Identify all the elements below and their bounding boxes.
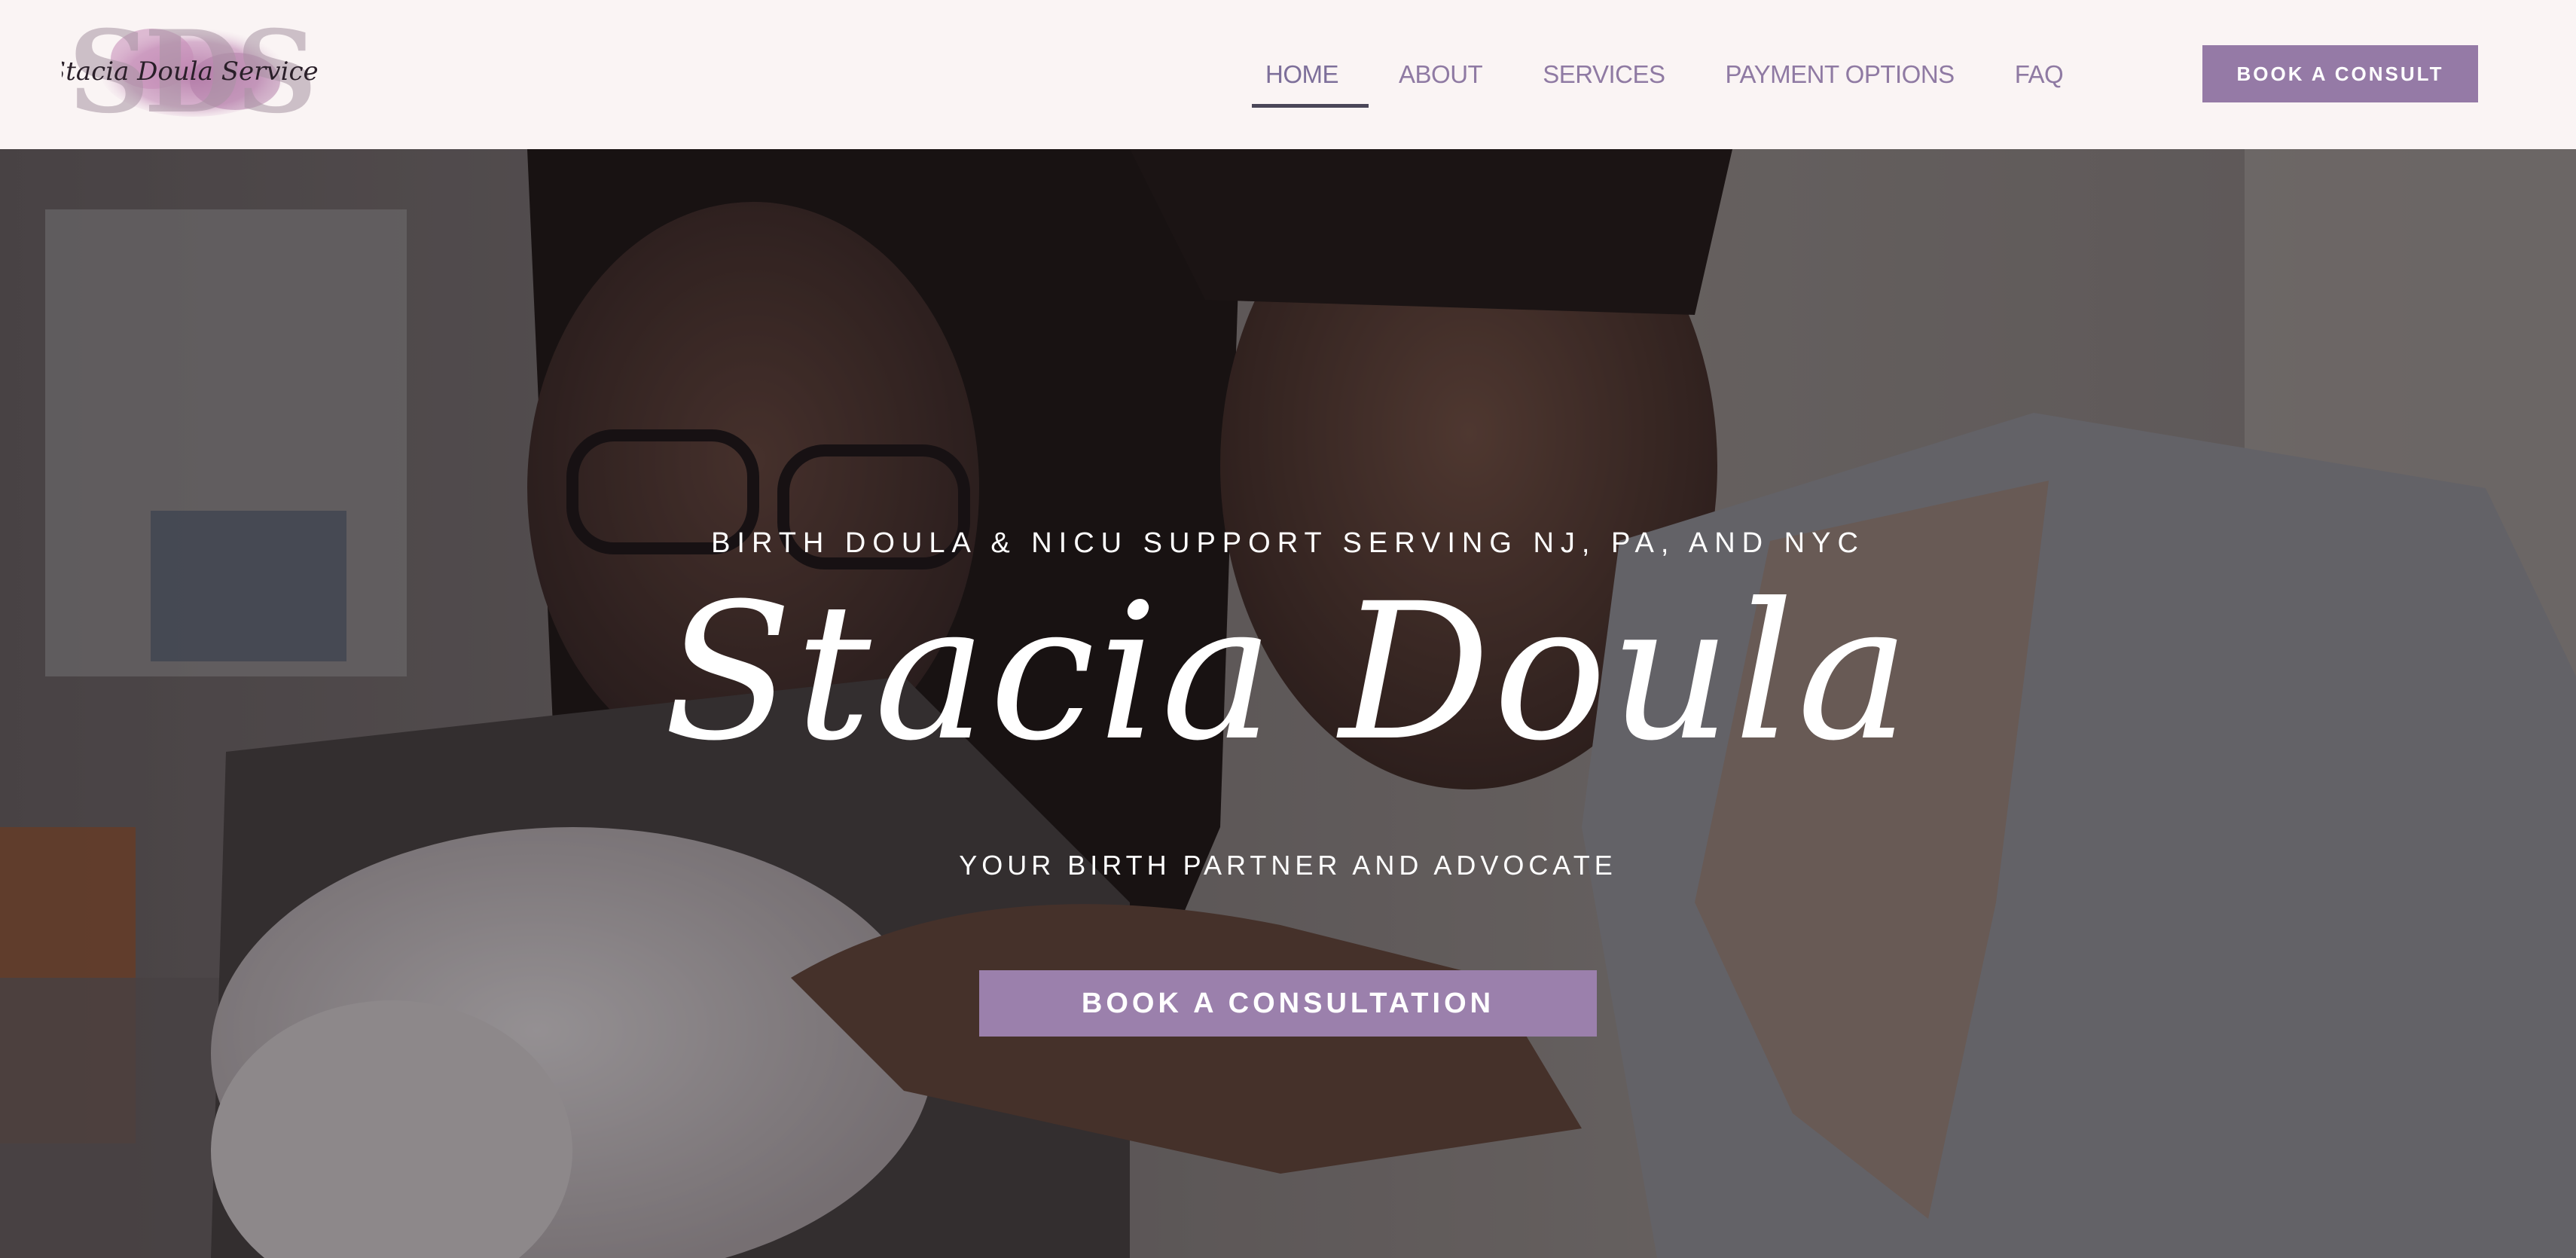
book-consult-button[interactable]: BOOK A CONSULT bbox=[2202, 45, 2478, 102]
hero-tagline: BIRTH DOULA & NICU SUPPORT SERVING NJ, P… bbox=[711, 527, 1865, 559]
hero-content: BIRTH DOULA & NICU SUPPORT SERVING NJ, P… bbox=[0, 149, 2576, 1258]
nav-faq[interactable]: FAQ bbox=[1985, 0, 2094, 149]
nav-services[interactable]: SERVICES bbox=[1512, 0, 1695, 149]
main-nav: HOME ABOUT SERVICES PAYMENT OPTIONS FAQ bbox=[1235, 0, 2093, 149]
site-logo[interactable]: SDS Stacia Doula Services bbox=[48, 6, 331, 139]
book-consultation-button[interactable]: BOOK A CONSULTATION bbox=[979, 970, 1597, 1037]
hero-subtitle: YOUR BIRTH PARTNER AND ADVOCATE bbox=[959, 850, 1617, 881]
nav-payment-options[interactable]: PAYMENT OPTIONS bbox=[1695, 0, 1984, 149]
page: SDS Stacia Doula Services HOME ABOUT SER… bbox=[0, 0, 2576, 1258]
svg-text:Stacia Doula Services: Stacia Doula Services bbox=[62, 56, 318, 87]
hero-section: BIRTH DOULA & NICU SUPPORT SERVING NJ, P… bbox=[0, 149, 2576, 1258]
nav-home[interactable]: HOME bbox=[1235, 0, 1369, 149]
hero-title: Stacia Doula bbox=[663, 563, 1913, 782]
site-header: SDS Stacia Doula Services HOME ABOUT SER… bbox=[0, 0, 2576, 149]
logo-graphic: SDS Stacia Doula Services bbox=[48, 6, 331, 139]
nav-about[interactable]: ABOUT bbox=[1369, 0, 1512, 149]
